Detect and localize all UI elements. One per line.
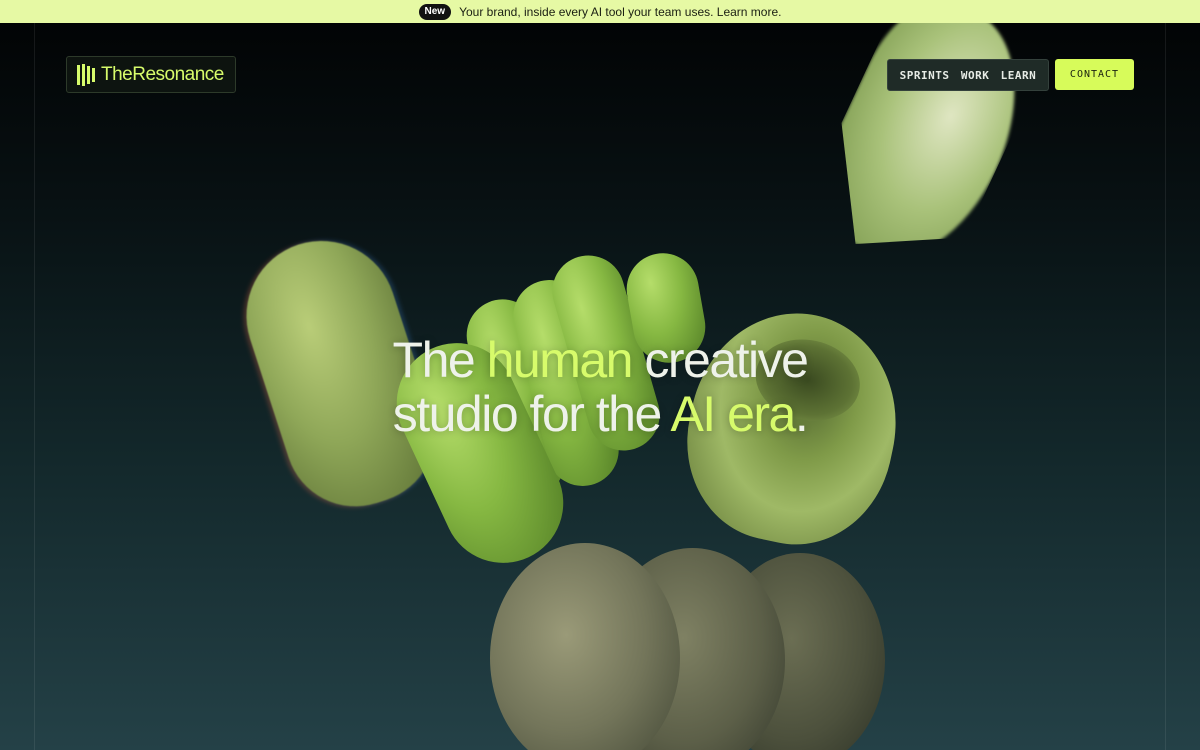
hero-section: TheResonance SPRINTS WORK LEARN CONTACT … bbox=[0, 23, 1200, 750]
contact-button[interactable]: CONTACT bbox=[1055, 59, 1134, 90]
clay-discs bbox=[490, 543, 890, 750]
nav-item-work[interactable]: WORK bbox=[961, 69, 990, 82]
brand-name: TheResonance bbox=[101, 63, 224, 85]
headline-highlight: human bbox=[486, 332, 634, 388]
headline-text: The bbox=[392, 332, 487, 388]
logo-icon bbox=[77, 63, 95, 86]
headline-text: creative bbox=[631, 332, 809, 388]
nav-item-learn[interactable]: LEARN bbox=[1001, 69, 1037, 82]
announcement-bar[interactable]: New Your brand, inside every AI tool you… bbox=[0, 0, 1200, 23]
brand-logo[interactable]: TheResonance bbox=[66, 56, 236, 93]
new-badge: New bbox=[418, 3, 452, 20]
main-nav: SPRINTS WORK LEARN bbox=[887, 59, 1049, 91]
hero-headline: The human creative studio for the AI era… bbox=[0, 333, 1200, 441]
headline-text: . bbox=[794, 386, 809, 442]
nav-item-sprints[interactable]: SPRINTS bbox=[900, 69, 950, 82]
headline-text: studio for the bbox=[392, 386, 671, 442]
headline-highlight: AI era bbox=[670, 386, 796, 442]
announcement-text[interactable]: Your brand, inside every AI tool your te… bbox=[459, 5, 781, 19]
